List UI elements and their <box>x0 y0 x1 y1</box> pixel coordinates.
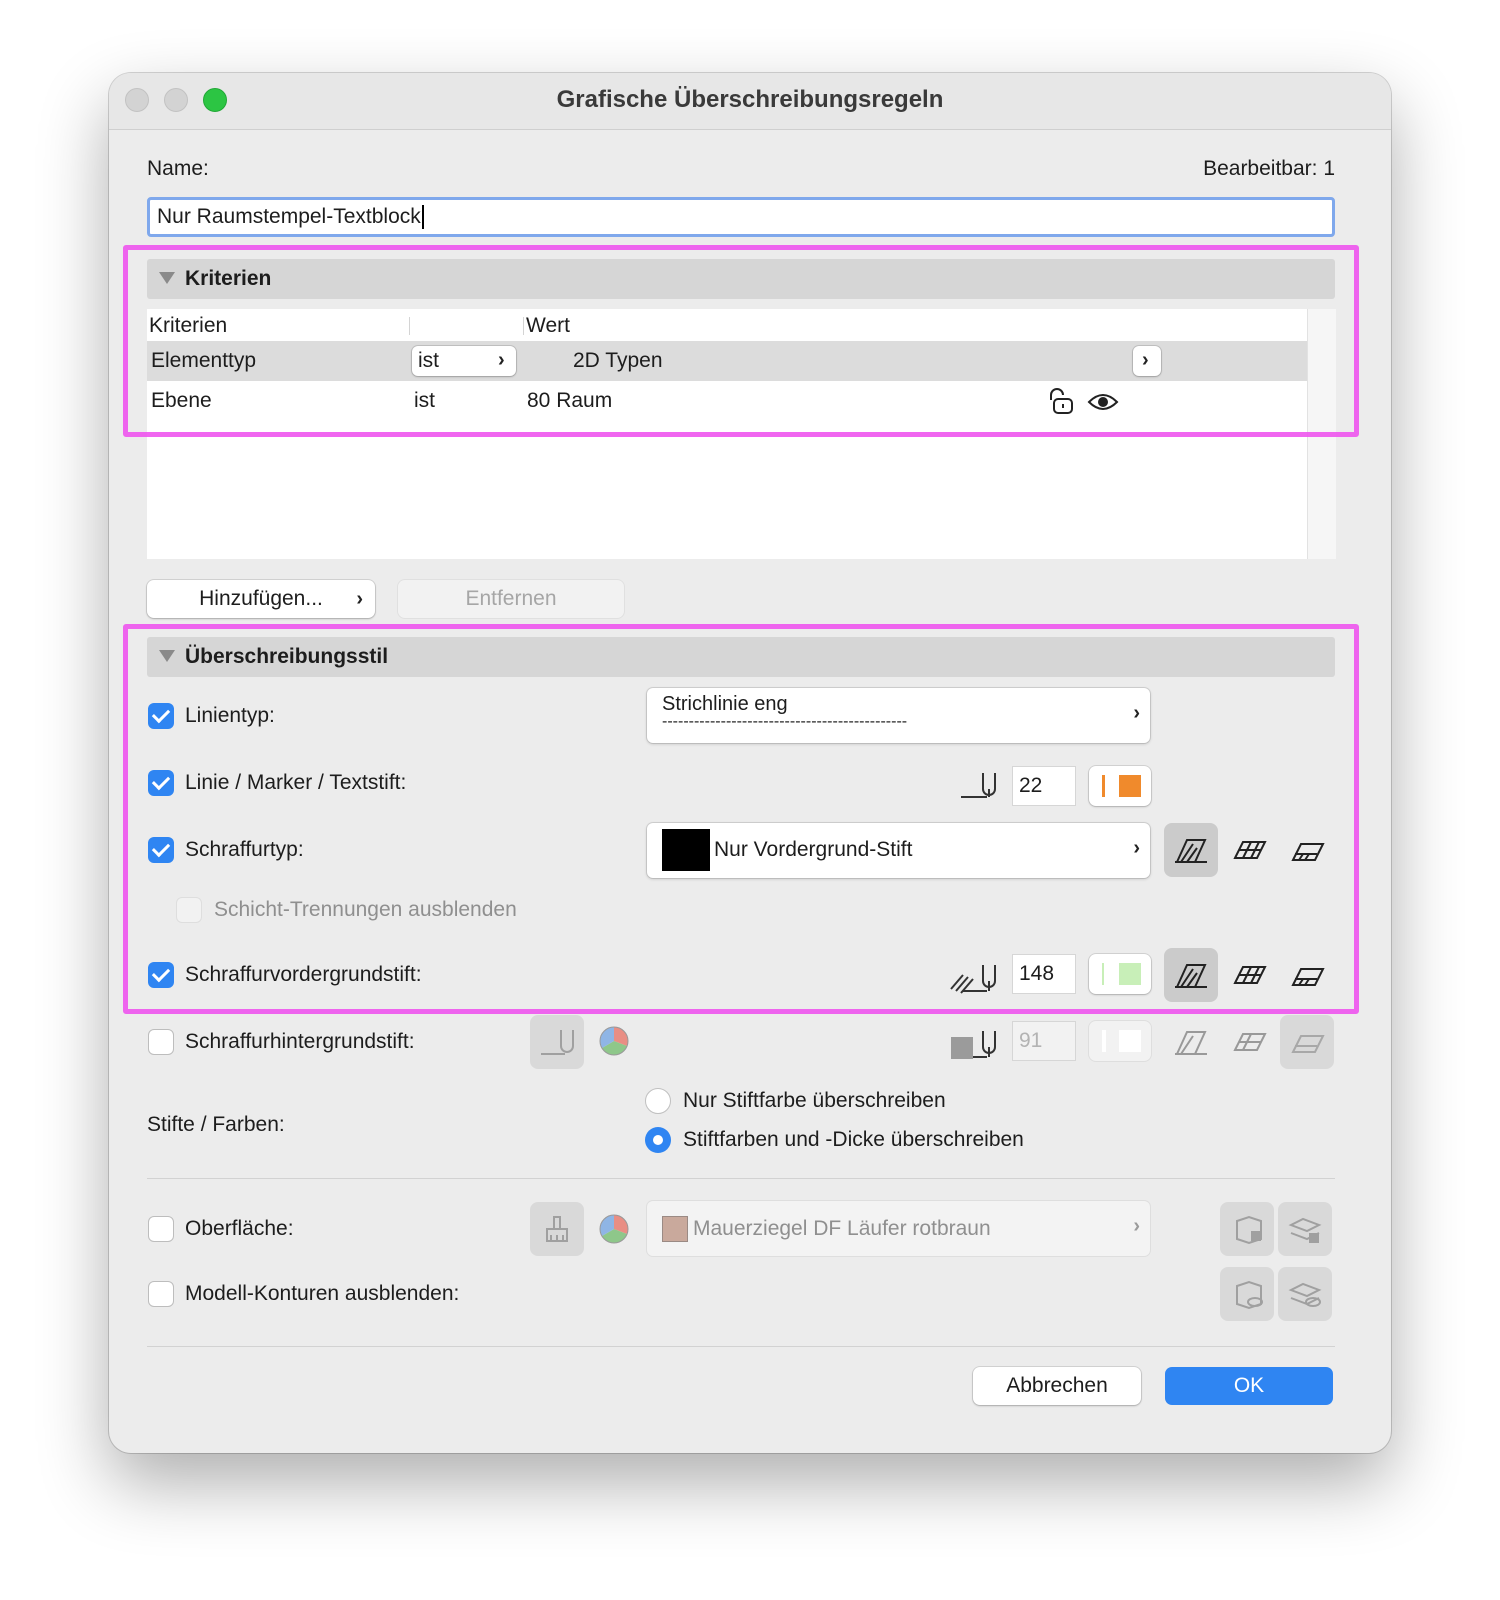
radio-pen-color-and-weight-label: Stiftfarben und -Dicke überschreiben <box>683 1128 1024 1151</box>
ok-button[interactable]: OK <box>1165 1367 1333 1405</box>
bg-cover-button[interactable] <box>1280 1015 1334 1069</box>
radio-pen-color-only[interactable] <box>645 1088 671 1114</box>
surface-uncut-button[interactable] <box>1278 1202 1332 1256</box>
fill-bg-pen-checkbox[interactable] <box>148 1029 174 1055</box>
surface-paint-button[interactable] <box>530 1202 584 1256</box>
add-criterion-label: Hinzufügen... <box>199 587 323 610</box>
name-label: Name: <box>147 157 209 180</box>
radio-pen-color-only-label: Nur Stiftfarbe überschreiben <box>683 1089 946 1112</box>
surface-cut-button[interactable] <box>1220 1202 1274 1256</box>
chevron-right-icon: › <box>356 588 363 610</box>
highlight-criteria-section <box>123 245 1359 437</box>
fill-cut-icon <box>1233 1033 1267 1051</box>
window-title: Grafische Überschreibungsregeln <box>556 86 944 113</box>
dialog-window: Grafische Überschreibungsregeln Name: Be… <box>109 73 1391 1453</box>
surface-cut-icon <box>1236 1215 1262 1245</box>
hide-contours-uncut-icon <box>1288 1282 1322 1307</box>
fill-plan-icon <box>1175 1031 1207 1055</box>
highlight-style-section <box>123 624 1359 1014</box>
hide-contours-cut-icon <box>1236 1280 1263 1310</box>
surface-value: Mauerziegel DF Läufer rotbraun <box>693 1217 991 1240</box>
surface-label: Oberfläche: <box>185 1217 294 1240</box>
fill-bg-pen-label: Schraffurhintergrundstift: <box>185 1030 415 1053</box>
bg-cut-button[interactable] <box>1222 1015 1276 1069</box>
divider <box>147 1346 1335 1347</box>
cancel-button[interactable]: Abbrechen <box>973 1367 1141 1405</box>
surface-popup[interactable]: Mauerziegel DF Läufer rotbraun › <box>647 1201 1150 1256</box>
pen-icon <box>541 1030 574 1055</box>
fill-background-pen-icon <box>949 1027 1003 1066</box>
contours-cut-button[interactable] <box>1220 1267 1274 1321</box>
color-wheel-icon[interactable] <box>599 1026 629 1061</box>
pens-colors-label: Stifte / Farben: <box>147 1113 285 1136</box>
radio-pen-color-and-weight[interactable] <box>645 1127 671 1153</box>
model-contours-label: Modell-Konturen ausblenden: <box>185 1282 460 1305</box>
color-wheel-icon[interactable] <box>599 1214 629 1249</box>
contours-uncut-button[interactable] <box>1278 1267 1332 1321</box>
name-input[interactable]: Nur Raumstempel-Textblock <box>147 197 1335 237</box>
surface-uncut-icon <box>1288 1217 1322 1243</box>
title-bar: Grafische Überschreibungsregeln <box>109 73 1391 130</box>
editable-count: Bearbeitbar: 1 <box>1203 157 1335 180</box>
add-criterion-button[interactable]: Hinzufügen... › <box>147 580 375 618</box>
model-contours-checkbox[interactable] <box>148 1281 174 1307</box>
surface-checkbox[interactable] <box>148 1216 174 1242</box>
bg-plan-button[interactable] <box>1164 1015 1218 1069</box>
fill-cover-icon <box>1291 1035 1325 1053</box>
surface-swatch <box>662 1216 688 1242</box>
chevron-right-icon: › <box>1133 1215 1140 1237</box>
remove-criterion-button[interactable]: Entfernen <box>398 580 624 618</box>
fill-bg-pen-color-swatch <box>1119 1030 1141 1052</box>
pen-weight-bar <box>1102 1030 1106 1052</box>
fill-bg-pen-number-field[interactable]: 91 <box>1012 1021 1076 1061</box>
bg-pen-button[interactable] <box>530 1015 584 1069</box>
paint-brush-icon <box>546 1216 568 1242</box>
divider <box>147 1178 1335 1179</box>
text-caret <box>421 205 424 230</box>
name-input-value: Nur Raumstempel-Textblock <box>157 205 421 228</box>
fill-bg-pen-number: 91 <box>1019 1029 1043 1052</box>
fill-bg-pen-color-button[interactable] <box>1089 1021 1151 1061</box>
